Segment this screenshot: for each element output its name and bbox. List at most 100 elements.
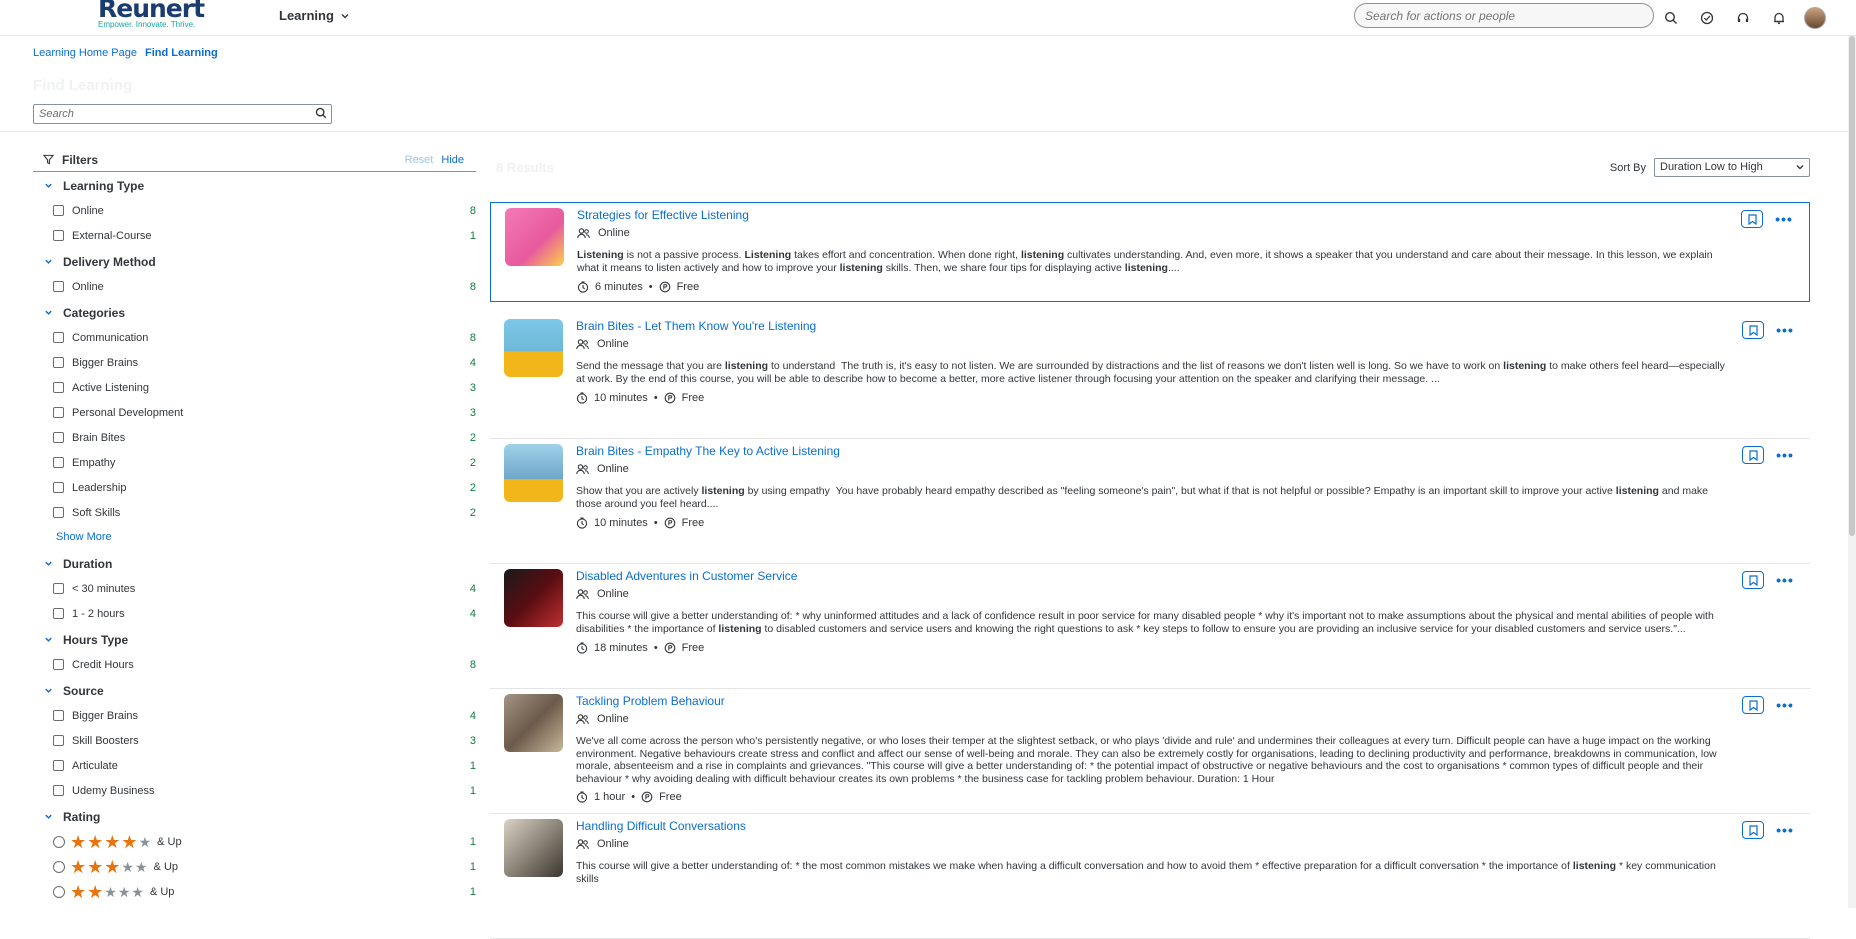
- filter-option[interactable]: Leadership 2: [33, 475, 476, 500]
- filter-option[interactable]: Brain Bites 2: [33, 425, 476, 450]
- course-thumbnail[interactable]: [504, 569, 563, 627]
- course-thumbnail[interactable]: [504, 694, 563, 752]
- bookmark-button[interactable]: [1741, 210, 1763, 228]
- filter-option[interactable]: Udemy Business 1: [33, 778, 476, 803]
- filters-hide-link[interactable]: Hide: [441, 154, 464, 166]
- more-options-button[interactable]: •••: [1774, 821, 1796, 839]
- filter-group-learning-type[interactable]: Learning Type: [33, 173, 476, 198]
- filter-group-rating[interactable]: Rating: [33, 804, 476, 829]
- result-card[interactable]: Strategies for Effective Listening Online…: [490, 202, 1810, 302]
- course-title-link[interactable]: Handling Difficult Conversations: [576, 819, 746, 833]
- filter-checkbox[interactable]: [53, 659, 64, 670]
- filter-group-delivery-method[interactable]: Delivery Method: [33, 249, 476, 274]
- filter-checkbox[interactable]: [53, 230, 64, 241]
- course-thumbnail[interactable]: [504, 819, 563, 877]
- more-options-button[interactable]: •••: [1774, 446, 1796, 464]
- filter-group-source[interactable]: Source: [33, 678, 476, 703]
- filter-checkbox[interactable]: [53, 608, 64, 619]
- search-icon[interactable]: [1660, 7, 1682, 29]
- filter-option[interactable]: Personal Development 3: [33, 400, 476, 425]
- filter-option[interactable]: < 30 minutes 4: [33, 576, 476, 601]
- filter-checkbox[interactable]: [53, 735, 64, 746]
- filter-checkbox[interactable]: [53, 382, 64, 393]
- course-title-link[interactable]: Brain Bites - Let Them Know You're Liste…: [576, 319, 816, 333]
- learning-search-field[interactable]: Search: [33, 104, 332, 124]
- course-thumbnail[interactable]: [504, 319, 563, 377]
- filter-checkbox[interactable]: [53, 583, 64, 594]
- breadcrumb-find-learning[interactable]: Find Learning: [145, 47, 218, 59]
- filter-option[interactable]: Soft Skills 2: [33, 500, 476, 525]
- filter-option[interactable]: External-Course 1: [33, 223, 476, 248]
- company-logo[interactable]: Reunert Empower. Innovate. Thrive.: [98, 0, 205, 29]
- result-card[interactable]: Handling Difficult Conversations Online Th…: [490, 814, 1810, 939]
- headset-icon[interactable]: [1732, 7, 1754, 29]
- bookmark-button[interactable]: [1742, 696, 1764, 714]
- filter-group-categories[interactable]: Categories: [33, 300, 476, 325]
- scrollbar-thumb[interactable]: [1849, 36, 1855, 536]
- rating-filter-option[interactable]: ★ ★ ★ ★ ★ & Up 1: [33, 854, 476, 879]
- bookmark-button[interactable]: [1742, 821, 1764, 839]
- filter-option[interactable]: Empathy 2: [33, 450, 476, 475]
- filter-group-hours-type[interactable]: Hours Type: [33, 627, 476, 652]
- filter-checkbox[interactable]: [53, 332, 64, 343]
- filter-group-duration[interactable]: Duration: [33, 551, 476, 576]
- breadcrumb-learning-home[interactable]: Learning Home Page: [33, 47, 137, 59]
- filter-option[interactable]: Bigger Brains 4: [33, 350, 476, 375]
- star-rating: ★ ★ ★ ★ ★: [70, 858, 148, 876]
- filter-checkbox[interactable]: [53, 760, 64, 771]
- filter-option[interactable]: Articulate 1: [33, 753, 476, 778]
- course-thumbnail[interactable]: [504, 444, 563, 502]
- more-dots-icon: •••: [1776, 572, 1794, 588]
- approvals-icon[interactable]: [1696, 7, 1718, 29]
- sort-by-select[interactable]: Duration Low to High: [1654, 158, 1810, 177]
- result-card[interactable]: Tackling Problem Behaviour Online We've al…: [490, 689, 1810, 814]
- result-card[interactable]: Brain Bites - Let Them Know You're Liste…: [490, 314, 1810, 439]
- filter-checkbox[interactable]: [53, 432, 64, 443]
- rating-filter-option[interactable]: ★ ★ ★ ★ ★ & Up 1: [33, 879, 476, 904]
- filter-checkbox[interactable]: [53, 785, 64, 796]
- filter-checkbox[interactable]: [53, 507, 64, 518]
- rating-filter-option[interactable]: ★ ★ ★ ★ ★ & Up 1: [33, 829, 476, 854]
- course-title-link[interactable]: Disabled Adventures in Customer Service: [576, 569, 797, 583]
- filter-option[interactable]: Online 8: [33, 198, 476, 223]
- filter-option[interactable]: 1 - 2 hours 4: [33, 601, 476, 626]
- filter-checkbox[interactable]: [53, 482, 64, 493]
- course-thumbnail[interactable]: [505, 208, 564, 266]
- learning-menu[interactable]: Learning: [279, 8, 350, 23]
- rating-radio[interactable]: [53, 860, 65, 873]
- filter-option[interactable]: Online 8: [33, 274, 476, 299]
- filter-checkbox[interactable]: [53, 357, 64, 368]
- filter-option[interactable]: Bigger Brains 4: [33, 703, 476, 728]
- shell-search-input[interactable]: [1354, 3, 1654, 28]
- filter-checkbox[interactable]: [53, 457, 64, 468]
- bookmark-button[interactable]: [1742, 571, 1764, 589]
- filter-option[interactable]: Skill Boosters 3: [33, 728, 476, 753]
- filter-checkbox[interactable]: [53, 205, 64, 216]
- page-scrollbar[interactable]: [1848, 36, 1856, 908]
- more-options-button[interactable]: •••: [1773, 210, 1795, 228]
- bookmark-button[interactable]: [1742, 446, 1764, 464]
- more-options-button[interactable]: •••: [1774, 571, 1796, 589]
- filter-checkbox[interactable]: [53, 710, 64, 721]
- filter-checkbox[interactable]: [53, 407, 64, 418]
- result-card[interactable]: Disabled Adventures in Customer Service O…: [490, 564, 1810, 689]
- more-options-button[interactable]: •••: [1774, 321, 1796, 339]
- course-title-link[interactable]: Tackling Problem Behaviour: [576, 694, 725, 708]
- filter-option[interactable]: Communication 8: [33, 325, 476, 350]
- rating-radio[interactable]: [53, 835, 65, 848]
- filter-option-count: 4: [469, 607, 476, 620]
- filter-option[interactable]: Credit Hours 8: [33, 652, 476, 677]
- filter-option[interactable]: Active Listening 3: [33, 375, 476, 400]
- course-title-link[interactable]: Strategies for Effective Listening: [577, 208, 749, 222]
- user-avatar[interactable]: [1804, 7, 1826, 29]
- rating-radio[interactable]: [53, 885, 65, 898]
- search-icon[interactable]: [315, 107, 327, 122]
- course-title-link[interactable]: Brain Bites - Empathy The Key to Active …: [576, 444, 840, 458]
- more-options-button[interactable]: •••: [1774, 696, 1796, 714]
- notifications-bell-icon[interactable]: [1768, 7, 1790, 29]
- show-more-link[interactable]: Show More: [33, 525, 476, 550]
- filter-checkbox[interactable]: [53, 281, 64, 292]
- bookmark-button[interactable]: [1742, 321, 1764, 339]
- result-card[interactable]: Brain Bites - Empathy The Key to Active …: [490, 439, 1810, 564]
- filters-reset-link[interactable]: Reset: [405, 154, 434, 166]
